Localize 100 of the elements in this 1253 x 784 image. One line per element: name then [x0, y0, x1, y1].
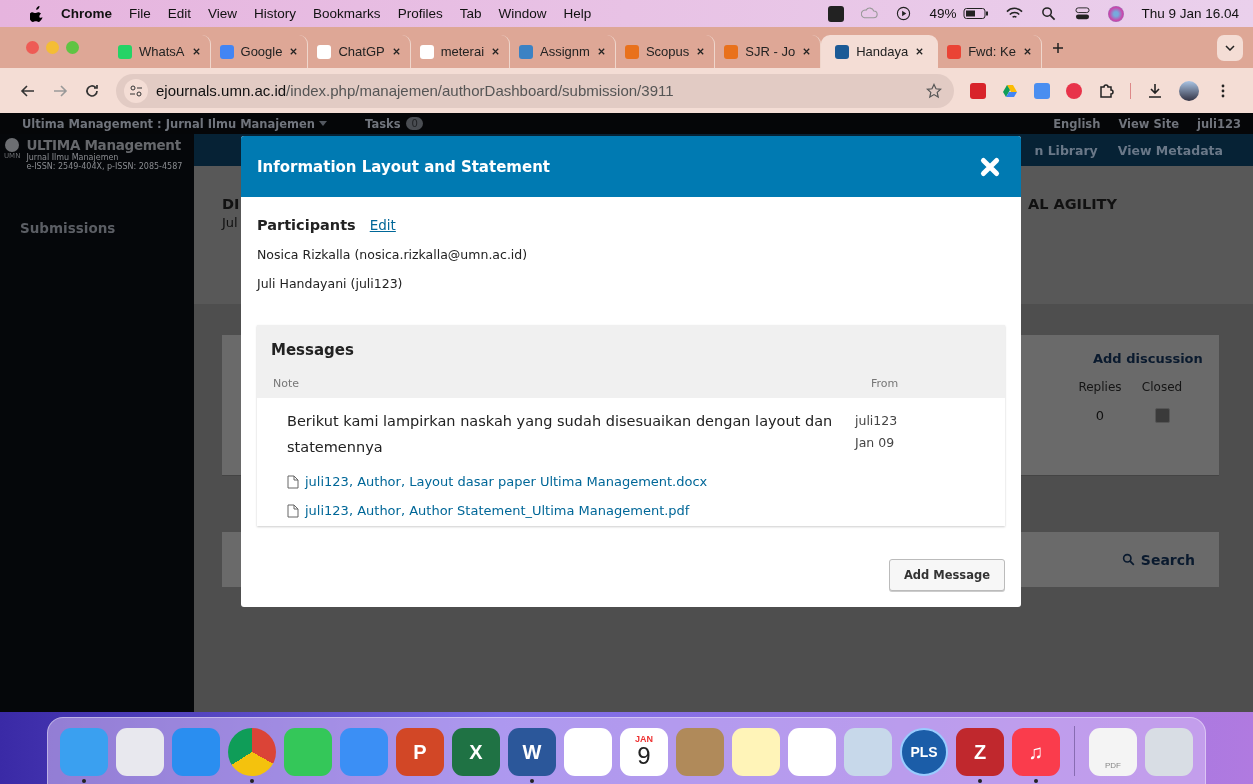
- logo-icon: [5, 138, 20, 152]
- menu-item[interactable]: Edit: [167, 6, 192, 21]
- nav-link[interactable]: View Metadata: [1117, 142, 1223, 158]
- nav-link[interactable]: n Library: [1034, 142, 1098, 158]
- edit-link[interactable]: Edit: [369, 217, 396, 233]
- journal-logo-title: ULTIMA Management: [26, 138, 182, 153]
- journal-logo-subtitle: Jurnal Ilmu Manajemen: [26, 153, 119, 162]
- app-icon[interactable]: [788, 727, 836, 776]
- reload-icon[interactable]: [84, 82, 100, 99]
- app-icon[interactable]: X: [452, 727, 500, 776]
- puzzle-icon[interactable]: [1098, 82, 1114, 99]
- favicon-icon: [219, 44, 234, 59]
- favicon-icon: [835, 44, 850, 59]
- forward-icon[interactable]: [52, 82, 68, 99]
- app-icon[interactable]: [564, 727, 612, 776]
- close-icon[interactable]: [289, 47, 299, 56]
- dialog-title: Information Layout and Statement: [257, 157, 550, 176]
- wifi-icon[interactable]: [1006, 6, 1024, 21]
- search-icon[interactable]: [1040, 6, 1058, 21]
- site-settings-icon[interactable]: [124, 78, 148, 103]
- close-icon[interactable]: [915, 47, 925, 56]
- section-heading: Participants: [257, 217, 356, 233]
- column-header: Note: [273, 377, 301, 390]
- close-icon[interactable]: [391, 47, 401, 56]
- message-author: juli123: [855, 412, 899, 430]
- menu-item[interactable]: Bookmarks: [313, 6, 381, 21]
- app-icon[interactable]: ♫: [1012, 727, 1060, 776]
- extension-icon[interactable]: [1066, 82, 1082, 99]
- panel-title: Messages: [270, 340, 355, 361]
- column-header: Replies: [1077, 380, 1123, 394]
- participant-name: Juli Handayani (juli123): [257, 276, 404, 291]
- extension-icon[interactable]: [970, 82, 986, 99]
- caret-icon[interactable]: [319, 121, 327, 126]
- message-text: Berikut kami lampirkan naskah yang sudah disesuaikan dengan layout dan statemennya: [287, 412, 834, 457]
- menu-item[interactable]: File: [129, 6, 151, 21]
- journal-issn: e-ISSN: 2549-404X, p-ISSN: 2085-4587: [26, 162, 183, 171]
- app-menu[interactable]: Chrome: [61, 6, 112, 21]
- close-icon[interactable]: [1022, 47, 1032, 56]
- file-icon: [287, 474, 299, 489]
- user-link[interactable]: juli123: [1196, 116, 1241, 131]
- closed-checkbox[interactable]: [1154, 408, 1170, 423]
- app-icon[interactable]: PLS: [900, 727, 948, 776]
- file-link[interactable]: juli123, Author, Author Statement_Ultima Management.pdf: [305, 503, 690, 518]
- app-icon[interactable]: P: [396, 727, 444, 776]
- participant-name: Nosica Rizkalla (nosica.rizkalla@umn.ac.id): [257, 247, 529, 262]
- menu-item[interactable]: Tab: [459, 6, 482, 21]
- address-bar[interactable]: ejournals.umn.ac.id/index.php/manajemen/authorDashboard/submission/3911: [116, 73, 954, 108]
- profile-avatar[interactable]: [1179, 80, 1199, 101]
- control-center-icon[interactable]: [1074, 6, 1092, 21]
- extension-icon[interactable]: [1034, 82, 1050, 99]
- back-icon[interactable]: [20, 82, 36, 99]
- app-icon[interactable]: [228, 727, 276, 776]
- column-header: From: [871, 377, 900, 390]
- favicon-icon: [624, 44, 639, 59]
- download-icon[interactable]: [1147, 82, 1163, 99]
- app-icon[interactable]: Z: [956, 727, 1004, 776]
- siri-icon[interactable]: [1108, 5, 1125, 22]
- add-message-button[interactable]: Add Message: [888, 559, 1005, 591]
- file-icon: [287, 503, 299, 518]
- menu-item[interactable]: History: [254, 6, 297, 21]
- menu-item[interactable]: Window: [498, 6, 547, 21]
- language-link[interactable]: English: [1053, 116, 1101, 131]
- tab-search-button[interactable]: [1217, 34, 1243, 61]
- star-icon[interactable]: [926, 82, 942, 99]
- battery-percent: 49%: [929, 6, 957, 21]
- close-icon[interactable]: [596, 47, 606, 56]
- apple-icon[interactable]: [30, 5, 44, 22]
- app-icon[interactable]: JAN 9: [620, 727, 668, 776]
- submission-title: AL AGILITY: [1027, 196, 1117, 212]
- favicon-icon: [947, 44, 962, 59]
- message-date: Jan 09: [855, 434, 896, 452]
- battery-icon[interactable]: [963, 6, 990, 21]
- search-icon: [1121, 553, 1135, 566]
- replies-count: 0: [1094, 408, 1106, 423]
- app-icon[interactable]: [732, 727, 780, 776]
- app-icon[interactable]: W: [508, 727, 556, 776]
- journal-switcher[interactable]: Ultima Management : Jurnal Ilmu Manajemen: [22, 116, 315, 131]
- column-header: Closed: [1140, 380, 1184, 394]
- close-icon[interactable]: [191, 47, 201, 56]
- new-tab-icon[interactable]: [1051, 41, 1064, 54]
- app-icon[interactable]: [116, 727, 164, 776]
- file-link[interactable]: juli123, Author, Layout dasar paper Ultima Management.docx: [305, 474, 708, 489]
- close-icon[interactable]: [696, 47, 706, 56]
- favicon-icon: [118, 44, 132, 59]
- browser-tab[interactable]: Handaya: [821, 35, 939, 68]
- close-icon[interactable]: [802, 47, 812, 56]
- play-icon[interactable]: [895, 6, 913, 21]
- caret-icon: [1225, 44, 1235, 51]
- menu-item[interactable]: Help: [563, 6, 592, 21]
- favicon-icon: [724, 44, 739, 59]
- menu-item[interactable]: Profiles: [397, 6, 443, 21]
- close-icon[interactable]: [491, 47, 501, 56]
- submission-title: DI: [222, 196, 240, 212]
- favicon-icon: [419, 44, 434, 59]
- view-site-link[interactable]: View Site: [1118, 116, 1179, 131]
- favicon-icon: [519, 44, 534, 59]
- favicon-icon: [317, 44, 332, 59]
- tasks-link[interactable]: Tasks: [365, 116, 401, 131]
- app-icon[interactable]: PDF: [1089, 727, 1137, 776]
- menu-item[interactable]: View: [208, 6, 238, 21]
